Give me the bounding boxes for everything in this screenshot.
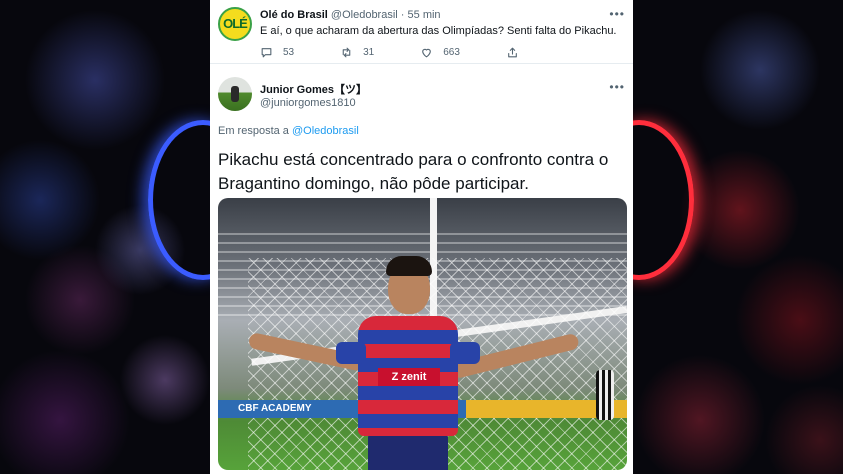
player-hair bbox=[386, 256, 432, 276]
player-shorts bbox=[368, 432, 448, 470]
comment-icon bbox=[261, 48, 272, 58]
tweet1-separator: · bbox=[400, 9, 405, 21]
tweet1-header: Olé do Brasil @Oledobrasil · 55 min bbox=[260, 9, 441, 21]
tweet2-author-name[interactable]: Junior Gomes【ツ】 bbox=[260, 81, 367, 97]
ad-board-text: CBF ACADEMY bbox=[238, 403, 312, 414]
reply-count: 53 bbox=[283, 47, 295, 58]
original-tweet[interactable]: OLÉ Olé do Brasil @Oledobrasil · 55 min … bbox=[210, 0, 633, 64]
tweet1-text: E aí, o que acharam da abertura das Olim… bbox=[260, 25, 617, 37]
tweet-photo[interactable]: CBF ACADEMY Z zenit bbox=[218, 198, 627, 470]
more-icon[interactable]: ••• bbox=[609, 80, 625, 94]
player-right-sleeve bbox=[450, 342, 480, 364]
like-count: 663 bbox=[443, 47, 460, 58]
share-icon bbox=[508, 47, 517, 58]
share-button[interactable] bbox=[506, 46, 529, 59]
tweet1-actions: 53 31 663 bbox=[260, 46, 575, 59]
tweet2-author-handle[interactable]: @juniorgomes1810 bbox=[260, 97, 356, 109]
reply-context: Em resposta a @Oledobrasil bbox=[218, 125, 359, 137]
junior-avatar[interactable] bbox=[218, 77, 252, 111]
player-left-sleeve bbox=[336, 342, 366, 364]
background-player bbox=[596, 370, 614, 420]
reply-to-link[interactable]: @Oledobrasil bbox=[292, 125, 359, 137]
avatar-figure bbox=[231, 86, 239, 102]
retweet-button[interactable]: 31 bbox=[340, 46, 374, 59]
retweet-count: 31 bbox=[363, 47, 375, 58]
tweet1-time[interactable]: 55 min bbox=[408, 9, 441, 21]
tweet1-author-name[interactable]: Olé do Brasil bbox=[260, 9, 328, 21]
tweet1-author-handle[interactable]: @Oledobrasil bbox=[331, 9, 398, 21]
tweet2-text: Pikachu está concentrado para o confront… bbox=[218, 150, 609, 193]
jersey-sponsor: Z zenit bbox=[378, 368, 440, 386]
heart-icon bbox=[422, 48, 432, 58]
like-button[interactable]: 663 bbox=[420, 46, 460, 59]
tweet-card: OLÉ Olé do Brasil @Oledobrasil · 55 min … bbox=[210, 0, 633, 474]
reply-prefix: Em resposta a bbox=[218, 125, 289, 137]
ole-avatar[interactable]: OLÉ bbox=[218, 7, 252, 41]
more-icon[interactable]: ••• bbox=[609, 7, 625, 21]
reply-button[interactable]: 53 bbox=[260, 46, 294, 59]
retweet-icon bbox=[342, 47, 351, 58]
